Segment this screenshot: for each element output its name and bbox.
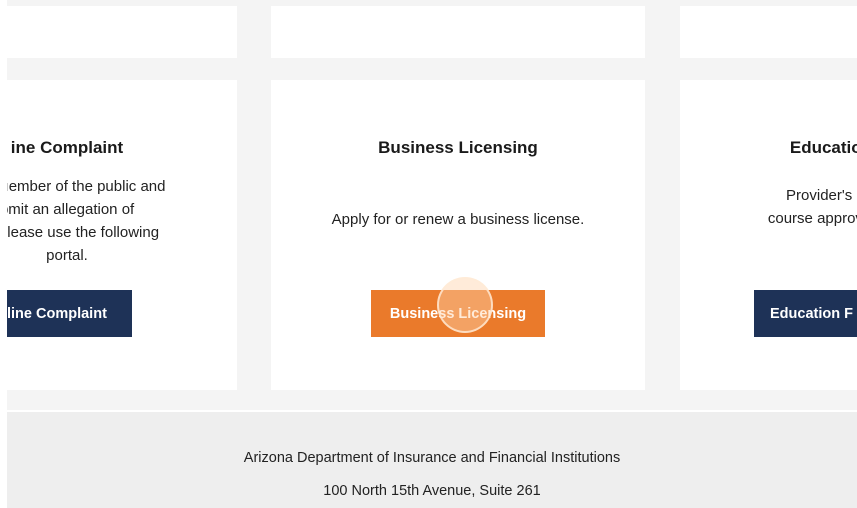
business-licensing-desc: Apply for or renew a business license. xyxy=(331,211,585,228)
top-card-right xyxy=(680,6,857,58)
education-provider-desc-2: course approval ar xyxy=(767,210,857,227)
business-licensing-title: Business Licensing xyxy=(378,138,538,157)
online-complaint-title: ine Complaint xyxy=(10,138,124,157)
business-licensing-card: Business Licensing Apply for or renew a … xyxy=(271,80,645,390)
footer-address: 100 North 15th Avenue, Suite 261 xyxy=(323,483,541,499)
business-licensing-button[interactable]: Business Licensing xyxy=(371,290,545,337)
online-complaint-card-inner: ine Complaint ıember of the public and ı… xyxy=(7,80,237,390)
education-provider-desc-3: co xyxy=(720,230,857,253)
footer-org-name: Arizona Department of Insurance and Fina… xyxy=(243,450,621,466)
online-complaint-card: ine Complaint ıember of the public and ı… xyxy=(7,80,237,390)
business-licensing-card-inner: Business Licensing Apply for or renew a … xyxy=(271,80,645,390)
online-complaint-desc-3: please use the following xyxy=(7,224,160,241)
education-provider-card: Education P Provider's portal course app… xyxy=(680,80,857,390)
footer: Arizona Department of Insurance and Fina… xyxy=(7,412,857,508)
top-card-center xyxy=(271,6,645,58)
education-provider-title: Education P xyxy=(789,138,857,157)
top-card-left xyxy=(7,6,237,58)
online-complaint-button[interactable]: line Complaint xyxy=(7,290,132,337)
online-complaint-desc-2: ıbmit an allegation of xyxy=(7,201,135,218)
online-complaint-desc-4: portal. xyxy=(46,247,88,264)
education-provider-desc-1: Provider's portal xyxy=(786,187,857,204)
education-provider-card-inner: Education P Provider's portal course app… xyxy=(680,80,857,390)
online-complaint-desc-1: ıember of the public and xyxy=(7,178,166,195)
education-provider-button[interactable]: Education F xyxy=(754,290,857,337)
